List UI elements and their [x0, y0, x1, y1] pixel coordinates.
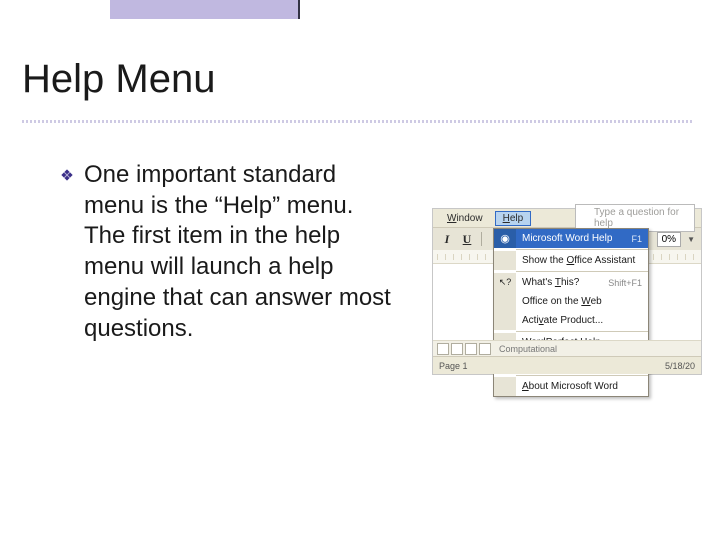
word-screenshot: Window Help Type a question for help I U…	[432, 208, 702, 375]
tray-text: Computational	[499, 344, 557, 354]
menu-help-label: elp	[510, 213, 523, 224]
italic-button[interactable]: I	[439, 231, 455, 247]
blank-icon	[494, 377, 516, 396]
menu-item-label: What's This?	[522, 277, 602, 288]
slide-title-wrap: Help Menu	[22, 58, 692, 100]
word-help-icon: ◉	[494, 229, 516, 248]
zoom-value[interactable]: 0%	[657, 232, 681, 247]
menu-separator	[516, 331, 648, 332]
menu-item-label: Activate Product...	[522, 315, 642, 326]
tray-button[interactable]	[479, 343, 491, 355]
title-underline	[22, 120, 692, 123]
whats-this-icon: ↖?	[494, 273, 516, 292]
diamond-bullet-icon	[60, 168, 74, 187]
word-tray: Computational	[433, 340, 701, 356]
menu-item-shortcut: Shift+F1	[602, 278, 642, 288]
status-date: 5/18/20	[659, 361, 701, 371]
status-page: Page 1	[433, 361, 474, 371]
menu-item-shortcut: F1	[625, 234, 642, 244]
toolbar-separator	[481, 232, 483, 246]
blank-icon	[494, 311, 516, 330]
menu-item-label: Office on the Web	[522, 296, 642, 307]
menu-window[interactable]: Window	[439, 211, 491, 226]
top-accent-bar	[110, 0, 300, 19]
menu-separator	[516, 249, 648, 250]
menu-window-label: indow	[456, 213, 482, 224]
menu-help[interactable]: Help	[495, 211, 532, 226]
tray-button[interactable]	[437, 343, 449, 355]
zoom-group: 0% ▼	[657, 232, 695, 247]
menu-item-about[interactable]: About Microsoft Word	[494, 377, 648, 396]
blank-icon	[494, 292, 516, 311]
tray-button[interactable]	[465, 343, 477, 355]
menu-item-office-web[interactable]: Office on the Web	[494, 292, 648, 311]
underline-button[interactable]: U	[459, 231, 475, 247]
menu-separator	[516, 375, 648, 376]
menu-item-label: Show the Office Assistant	[522, 255, 642, 266]
word-status-bar: Page 1 5/18/20	[433, 356, 701, 374]
menu-separator	[516, 271, 648, 272]
menu-item-word-help[interactable]: ◉ Microsoft Word Help F1	[494, 229, 648, 248]
menu-item-label: About Microsoft Word	[522, 381, 642, 392]
slide-body: One important standard menu is the “Help…	[60, 160, 400, 344]
slide: Help Menu One important standard menu is…	[0, 0, 720, 540]
menu-item-office-assistant[interactable]: Show the Office Assistant	[494, 251, 648, 270]
menu-item-whats-this[interactable]: ↖? What's This? Shift+F1	[494, 273, 648, 292]
chevron-down-icon[interactable]: ▼	[687, 235, 695, 244]
bullet-text: One important standard menu is the “Help…	[84, 160, 400, 344]
word-menubar: Window Help Type a question for help	[433, 209, 701, 228]
tray-button[interactable]	[451, 343, 463, 355]
blank-icon	[494, 251, 516, 270]
bullet-item: One important standard menu is the “Help…	[60, 160, 400, 344]
menu-item-activate[interactable]: Activate Product...	[494, 311, 648, 330]
menu-item-label: Microsoft Word Help	[522, 233, 625, 244]
slide-title: Help Menu	[22, 58, 692, 100]
